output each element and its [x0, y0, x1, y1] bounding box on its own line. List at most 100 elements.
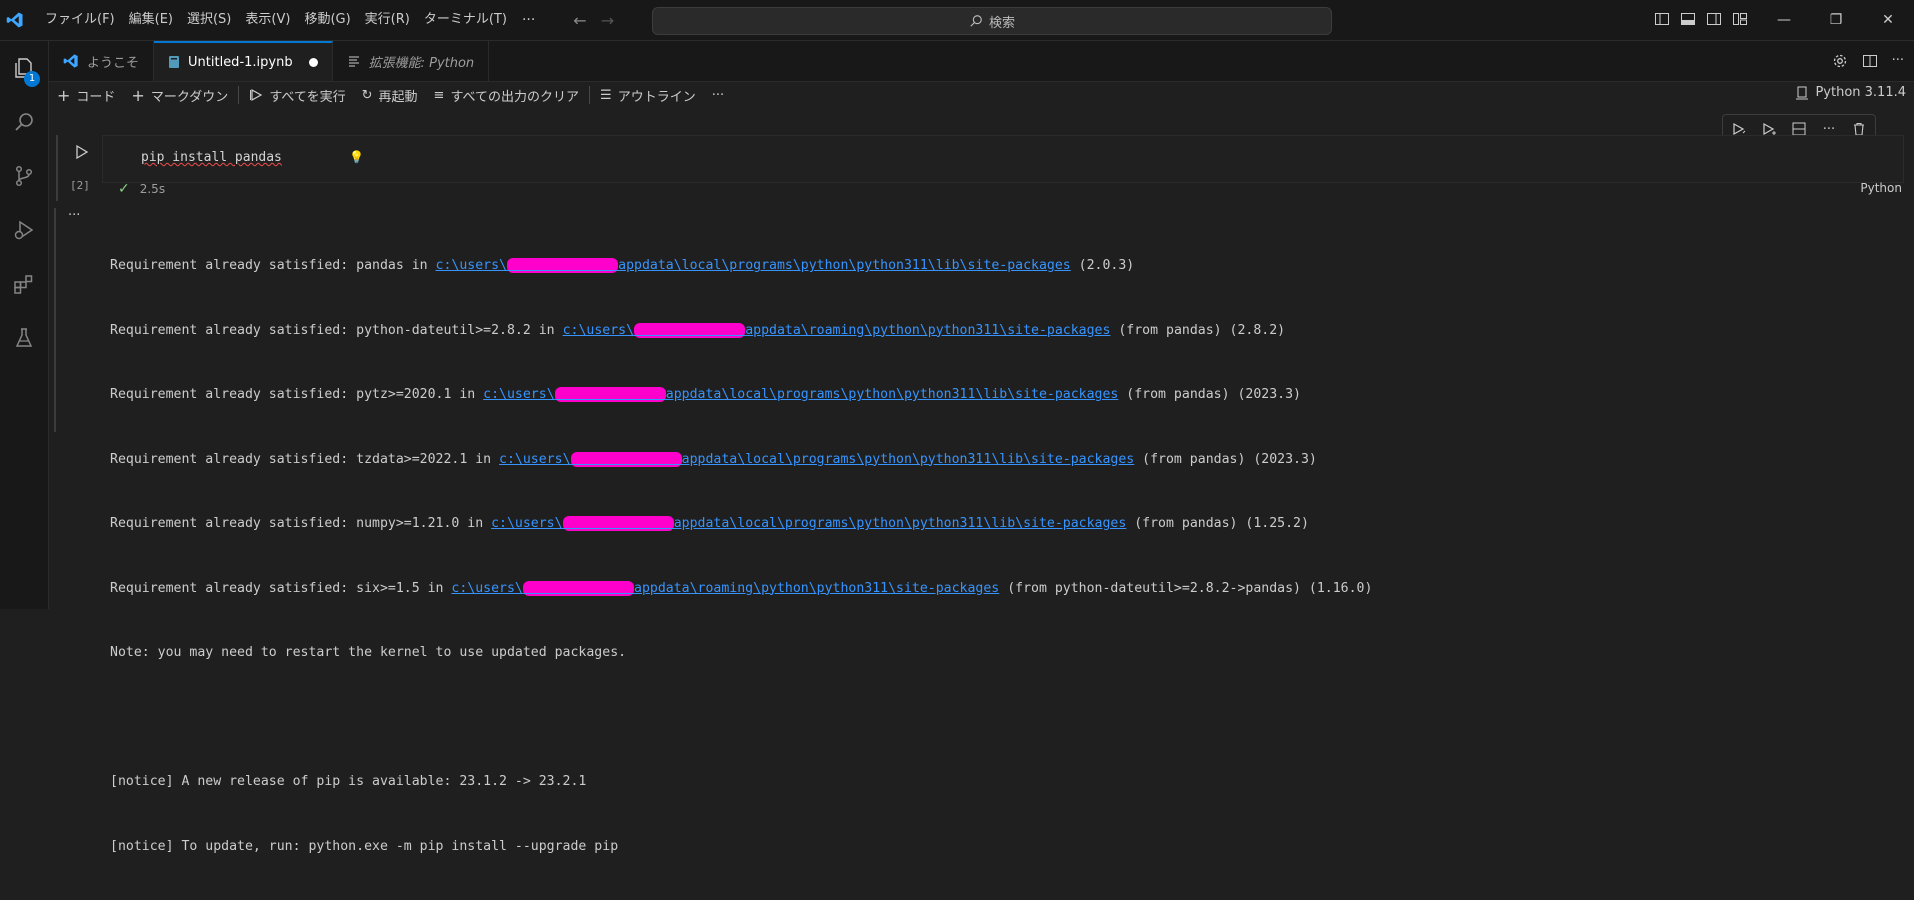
plus-icon: +: [57, 85, 71, 105]
command-center-search[interactable]: 検索: [652, 7, 1332, 35]
toggle-secondary-sidebar-icon[interactable]: [1706, 11, 1722, 27]
tab-extension-python[interactable]: 拡張機能: Python: [333, 41, 490, 81]
menu-edit[interactable]: 編集(E): [122, 7, 180, 33]
minimize-icon[interactable]: —: [1758, 0, 1810, 40]
extensions-icon[interactable]: [0, 257, 48, 311]
editor-actions: ···: [1832, 53, 1904, 73]
redacted-username: xxxxxxxxxxxxxx: [570, 451, 682, 467]
menu-terminal[interactable]: ターミナル(T): [417, 7, 514, 33]
toolbar-separator: [589, 86, 591, 104]
execution-count: [2]: [70, 179, 90, 192]
run-all-icon: [250, 88, 263, 102]
menu-selection[interactable]: 選択(S): [180, 7, 238, 33]
back-arrow-icon[interactable]: ←: [573, 11, 586, 30]
run-cell-button[interactable]: [72, 143, 92, 163]
run-debug-icon[interactable]: [0, 203, 48, 257]
tab-untitled-notebook[interactable]: Untitled-1.ipynb: [154, 41, 333, 81]
restart-kernel-button[interactable]: ↻ 再起動: [354, 84, 426, 106]
restart-icon: ↻: [361, 87, 373, 103]
output-more-button[interactable]: ···: [68, 208, 80, 223]
toolbar-more-button[interactable]: ···: [704, 84, 732, 106]
output-notice: [notice] A new release of pip is availab…: [110, 774, 587, 789]
output-line: Requirement already satisfied: pytz>=202…: [110, 387, 1301, 402]
cell-code-text: pip install pandas: [141, 150, 282, 165]
clear-all-label: すべての出力のクリア: [450, 89, 580, 105]
menu-go[interactable]: 移動(G): [297, 7, 357, 33]
outline-label: アウトライン: [617, 89, 696, 105]
code-cell[interactable]: [2] pip install pandas 💡 ✓ 2.5s Python: [56, 135, 1904, 201]
path-link[interactable]: c:\users\xxxxxxxxxxxxxxappdata\local\pro…: [491, 516, 1126, 531]
output-note: Note: you may need to restart the kernel…: [110, 645, 627, 660]
toggle-primary-sidebar-icon[interactable]: [1654, 11, 1670, 27]
run-all-button[interactable]: すべてを実行: [241, 84, 353, 106]
kernel-picker[interactable]: Python 3.11.4: [1795, 85, 1906, 100]
close-icon[interactable]: ✕: [1862, 0, 1914, 40]
editor-tabs: ようこそ Untitled-1.ipynb 拡張機能: Python ···: [49, 41, 1914, 82]
toolbar-separator: [238, 86, 240, 104]
redacted-username: xxxxxxxxxxxxxx: [554, 387, 666, 402]
play-icon: [76, 144, 89, 160]
path-link[interactable]: c:\users\xxxxxxxxxxxxxxappdata\roaming\p…: [451, 580, 999, 596]
explorer-badge: 1: [24, 71, 40, 87]
add-markdown-label: マークダウン: [150, 89, 229, 105]
tab-extension-label: 拡張機能: Python: [368, 55, 475, 71]
kernel-flask-icon: [1796, 86, 1809, 99]
menu-file[interactable]: ファイル(F): [38, 7, 122, 33]
outline-button[interactable]: ☰ アウトライン: [592, 84, 704, 106]
source-control-icon[interactable]: [0, 149, 48, 203]
navigation-arrows: ← →: [573, 11, 614, 30]
cell-editor[interactable]: pip install pandas 💡: [102, 135, 1904, 183]
cell-code[interactable]: pip install pandas: [141, 150, 282, 165]
path-link[interactable]: c:\users\xxxxxxxxxxxxxxappdata\local\pro…: [436, 258, 1071, 273]
window-controls: — ❐ ✕: [1758, 0, 1914, 40]
lightbulb-icon[interactable]: 💡: [349, 150, 364, 164]
redacted-username: xxxxxxxxxxxxxx: [507, 258, 619, 273]
gear-icon[interactable]: [1832, 53, 1848, 73]
customize-layout-icon[interactable]: [1732, 11, 1748, 27]
menu-bar: ファイル(F) 編集(E) 選択(S) 表示(V) 移動(G) 実行(R) ター…: [38, 7, 543, 33]
menu-more-button[interactable]: ···: [514, 12, 543, 28]
preview-lines-icon: [348, 56, 359, 67]
explorer-icon[interactable]: 1: [0, 41, 48, 95]
search-view-icon[interactable]: [0, 95, 48, 149]
plus-icon: +: [131, 85, 145, 105]
redacted-username: xxxxxxxxxxxxxx: [562, 516, 674, 531]
tab-welcome-label: ようこそ: [87, 55, 140, 71]
cell-language[interactable]: Python: [1860, 181, 1902, 195]
add-code-label: コード: [76, 89, 116, 105]
notebook-file-icon: [169, 56, 180, 68]
tab-welcome[interactable]: ようこそ: [49, 41, 155, 81]
toggle-panel-icon[interactable]: [1680, 11, 1696, 27]
vscode-logo-icon: [0, 0, 30, 40]
menu-run[interactable]: 実行(R): [358, 7, 417, 33]
output-line: Requirement already satisfied: numpy>=1.…: [110, 516, 1309, 531]
clear-all-outputs-button[interactable]: ≡ すべての出力のクリア: [426, 84, 587, 106]
run-all-label: すべてを実行: [269, 89, 346, 105]
menu-view[interactable]: 表示(V): [238, 7, 297, 33]
add-code-cell-button[interactable]: + コード: [49, 84, 123, 106]
vscode-tab-icon: [63, 54, 78, 68]
forward-arrow-icon[interactable]: →: [601, 11, 614, 30]
redacted-username: xxxxxxxxxxxxxx: [634, 322, 746, 338]
notebook-toolbar: + コード + マークダウン すべてを実行 ↻ 再起動 ≡ すべての出力のクリア…: [49, 82, 1914, 108]
restore-icon[interactable]: ❐: [1810, 0, 1862, 40]
cell-output: ··· Requirement already satisfied: panda…: [54, 208, 1906, 854]
output-line: Requirement already satisfied: six>=1.5 …: [110, 580, 1373, 596]
output-line: Requirement already satisfied: pandas in…: [110, 258, 1135, 273]
restart-label: 再起動: [378, 89, 418, 105]
search-icon: [970, 15, 982, 27]
path-link[interactable]: c:\users\xxxxxxxxxxxxxxappdata\local\pro…: [499, 451, 1134, 467]
kernel-label: Python 3.11.4: [1815, 85, 1906, 100]
path-link[interactable]: c:\users\xxxxxxxxxxxxxxappdata\local\pro…: [483, 387, 1118, 402]
activity-bar: 1: [0, 41, 49, 609]
clear-all-icon: ≡: [433, 87, 445, 103]
add-markdown-cell-button[interactable]: + マークダウン: [123, 84, 236, 106]
testing-flask-icon[interactable]: [0, 311, 48, 365]
more-actions-icon[interactable]: ···: [1892, 53, 1904, 73]
path-link[interactable]: c:\users\xxxxxxxxxxxxxxappdata\roaming\p…: [563, 322, 1110, 338]
output-line: Requirement already satisfied: python-da…: [110, 322, 1286, 338]
output-blank-line: [110, 707, 1372, 729]
split-editor-icon[interactable]: [1862, 53, 1878, 73]
unsaved-dot-icon[interactable]: [308, 57, 318, 67]
check-icon: ✓: [118, 181, 130, 197]
